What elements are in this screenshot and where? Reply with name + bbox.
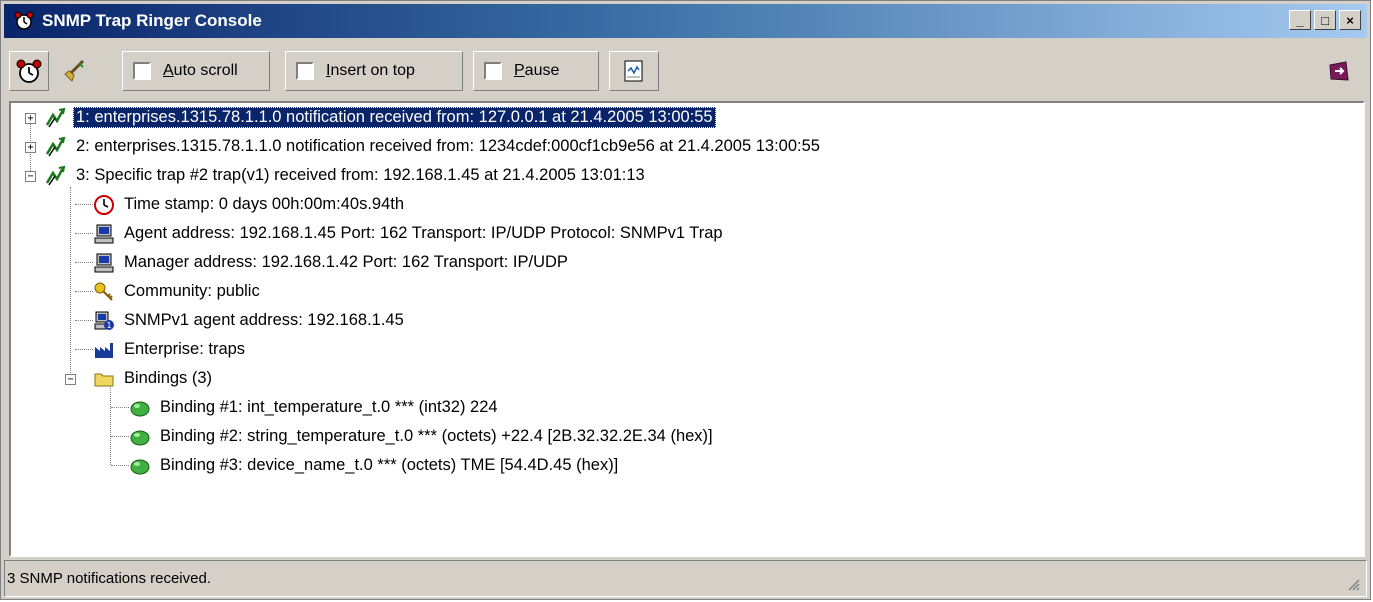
tree-item-label: Bindings (3) xyxy=(124,369,213,387)
tree-item-label: Manager address: 192.168.1.42 Port: 162 … xyxy=(124,253,568,271)
exit-button[interactable] xyxy=(1319,51,1359,91)
tree-item-label: Community: public xyxy=(124,282,260,300)
insert-on-top-label: nsert on top xyxy=(330,62,415,79)
close-button[interactable]: × xyxy=(1339,10,1361,30)
minimize-button[interactable]: _ xyxy=(1289,10,1311,30)
collapse-toggle-3[interactable]: − xyxy=(25,171,36,182)
alarm-clock-icon xyxy=(16,59,42,83)
tree-item-label: Enterprise: traps xyxy=(124,340,246,358)
tree-item-label: 2: enterprises.1315.78.1.1.0 notificatio… xyxy=(76,137,820,155)
document-properties-icon xyxy=(624,60,643,82)
notification-tree[interactable]: + 1: enterprises.1315.78.1.1.0 notificat… xyxy=(9,101,1365,557)
snmp-agent-icon: 1 xyxy=(94,311,114,330)
pause-checkbox-box[interactable] xyxy=(484,62,502,80)
insert-on-top-checkbox[interactable]: Insert on top xyxy=(285,51,463,91)
broom-icon xyxy=(64,59,85,82)
main-window: SNMP Trap Ringer Console _ □ × Auto scro… xyxy=(0,0,1371,600)
tree-item-binding-2[interactable]: Binding #2: string_temperature_t.0 *** (… xyxy=(129,422,716,451)
tree-item-label: Binding #2: string_temperature_t.0 *** (… xyxy=(160,427,713,445)
pause-label-accel: P xyxy=(514,62,525,79)
tree-item-label: SNMPv1 agent address: 192.168.1.45 xyxy=(124,311,404,329)
pause-checkbox[interactable]: Pause xyxy=(473,51,599,91)
window-title: SNMP Trap Ringer Console xyxy=(42,11,262,30)
trap-notification-icon xyxy=(45,165,66,185)
tree-item-notification-2[interactable]: 2: enterprises.1315.78.1.1.0 notificatio… xyxy=(45,132,823,161)
trap-notification-icon xyxy=(45,107,66,127)
tree-item-community[interactable]: Community: public xyxy=(93,277,263,306)
title-bar[interactable]: SNMP Trap Ringer Console _ □ × xyxy=(4,4,1367,38)
tree-item-label: 3: Specific trap #2 trap(v1) received fr… xyxy=(76,166,645,184)
insert-on-top-checkbox-box[interactable] xyxy=(296,62,314,80)
toolbar: Auto scroll Insert on top Pause xyxy=(6,41,1367,97)
auto-scroll-label: uto scroll xyxy=(173,62,238,79)
status-bar: 3 SNMP notifications received. xyxy=(4,560,1367,597)
enterprise-factory-icon xyxy=(95,342,113,358)
tree-item-notification-1[interactable]: 1: enterprises.1315.78.1.1.0 notificatio… xyxy=(45,103,716,132)
binding-icon xyxy=(130,430,150,445)
alarm-button[interactable] xyxy=(9,51,49,91)
expand-toggle-2[interactable]: + xyxy=(25,142,36,153)
svg-text:1: 1 xyxy=(106,321,111,330)
auto-scroll-checkbox-box[interactable] xyxy=(133,62,151,80)
properties-button[interactable] xyxy=(609,51,659,91)
auto-scroll-label-accel: A xyxy=(163,62,174,79)
exit-icon xyxy=(1329,61,1349,81)
maximize-button[interactable]: □ xyxy=(1314,10,1336,30)
tree-item-agent-address[interactable]: Agent address: 192.168.1.45 Port: 162 Tr… xyxy=(93,219,726,248)
tree-item-binding-1[interactable]: Binding #1: int_temperature_t.0 *** (int… xyxy=(129,393,501,422)
alarm-clock-icon xyxy=(14,11,34,30)
pause-label: ause xyxy=(524,62,560,79)
tree-item-notification-3[interactable]: 3: Specific trap #2 trap(v1) received fr… xyxy=(45,161,648,190)
tree-item-binding-3[interactable]: Binding #3: device_name_t.0 *** (octets)… xyxy=(129,451,621,480)
collapse-toggle-bindings[interactable]: − xyxy=(65,374,76,385)
resize-grip-icon[interactable] xyxy=(1346,577,1360,591)
tree-item-label: Binding #3: device_name_t.0 *** (octets)… xyxy=(160,456,619,474)
manager-computer-icon xyxy=(94,253,114,272)
tree-item-time-stamp[interactable]: Time stamp: 0 days 00h:00m:40s.94th xyxy=(93,190,407,219)
trap-notification-icon xyxy=(45,136,66,156)
binding-icon xyxy=(130,459,150,474)
key-icon xyxy=(94,282,113,301)
tree-item-snmpv1-agent-address[interactable]: 1 SNMPv1 agent address: 192.168.1.45 xyxy=(93,306,407,335)
status-text: 3 SNMP notifications received. xyxy=(7,570,211,587)
tree-item-label: 1: enterprises.1315.78.1.1.0 notificatio… xyxy=(73,107,716,128)
tree-item-enterprise[interactable]: Enterprise: traps xyxy=(93,335,248,364)
folder-icon xyxy=(94,373,114,386)
binding-icon xyxy=(130,401,150,416)
agent-computer-icon xyxy=(94,224,114,243)
clock-icon xyxy=(94,194,114,215)
tree-item-manager-address[interactable]: Manager address: 192.168.1.42 Port: 162 … xyxy=(93,248,571,277)
tree-item-label: Time stamp: 0 days 00h:00m:40s.94th xyxy=(124,195,405,213)
tree-item-label: Binding #1: int_temperature_t.0 *** (int… xyxy=(160,398,498,416)
tree-item-label: Agent address: 192.168.1.45 Port: 162 Tr… xyxy=(124,224,723,242)
tree-item-bindings-folder[interactable]: Bindings (3) xyxy=(93,364,215,393)
auto-scroll-checkbox[interactable]: Auto scroll xyxy=(122,51,270,91)
clear-button[interactable] xyxy=(54,51,94,91)
expand-toggle-1[interactable]: + xyxy=(25,113,36,124)
